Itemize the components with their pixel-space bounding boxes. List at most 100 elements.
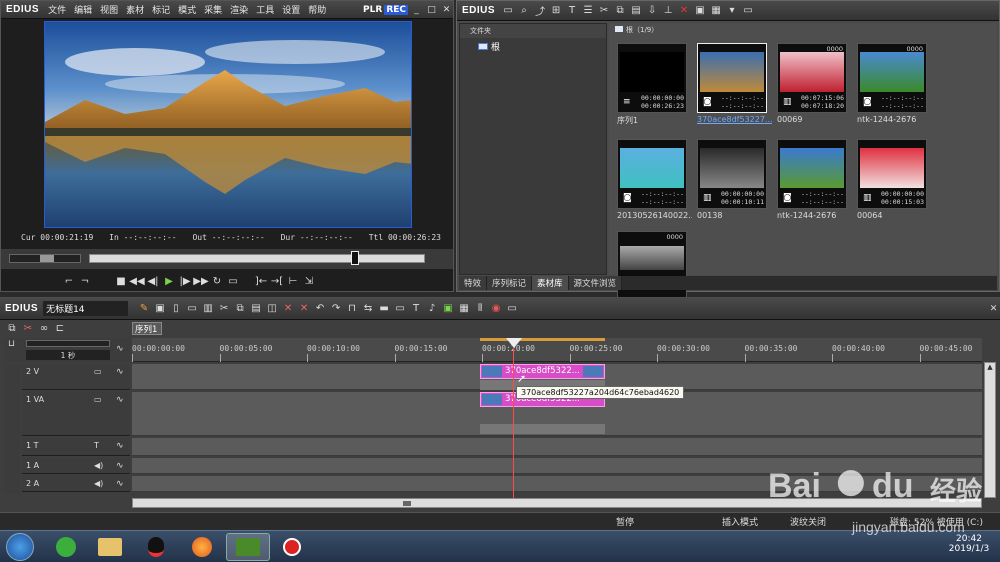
up-folder-icon[interactable]: ⤴	[532, 3, 548, 19]
capture-icon[interactable]: ▣	[152, 301, 168, 317]
zoom-slider[interactable]	[26, 340, 110, 347]
new-sequence-icon[interactable]: ☰	[580, 3, 596, 19]
paste-tl-icon[interactable]: ▤	[248, 301, 264, 317]
menu-capture[interactable]: 采集	[200, 3, 226, 16]
close-icon[interactable]: ✕	[440, 4, 453, 16]
track-wave-icon[interactable]: ∿	[116, 367, 124, 377]
rewind-icon[interactable]: ◀◀	[129, 273, 145, 289]
paste-icon[interactable]: ▤	[628, 3, 644, 19]
track-toggle-icon[interactable]: ◀)	[94, 479, 103, 488]
menu-settings[interactable]: 设置	[278, 3, 304, 16]
loop-icon[interactable]: ↻	[209, 273, 225, 289]
start-button[interactable]	[6, 533, 34, 561]
output-icon[interactable]: ▭	[225, 273, 241, 289]
menu-marker[interactable]: 标记	[148, 3, 174, 16]
ripple-icon[interactable]: ◫	[264, 301, 280, 317]
mixer-icon[interactable]: ⫴	[472, 301, 488, 317]
set-out-icon[interactable]: ¬	[77, 273, 93, 289]
menu-view[interactable]: 视图	[96, 3, 122, 16]
menu-tools[interactable]: 工具	[252, 3, 278, 16]
save-icon[interactable]: ▥	[200, 301, 216, 317]
tab-clip-library[interactable]: 素材库	[532, 276, 569, 290]
vscroll-up-icon[interactable]: ▲	[985, 363, 995, 371]
taskbar-360-icon[interactable]	[44, 533, 88, 561]
scroll-thumb[interactable]	[403, 501, 411, 506]
clip-name[interactable]: 序列1	[617, 115, 692, 126]
sync-icon[interactable]: ⇆	[360, 301, 376, 317]
menu-mode[interactable]: 模式	[174, 3, 200, 16]
clip-name[interactable]: 20130526140022...	[617, 211, 692, 220]
undo-icon[interactable]: ↶	[312, 301, 328, 317]
scale-select[interactable]: 1 秒	[26, 350, 110, 360]
track-wave-icon[interactable]: ∿	[116, 441, 124, 451]
sequence-tab[interactable]: 序列1	[132, 322, 162, 335]
render-icon[interactable]: ▣	[440, 301, 456, 317]
tab-sequence-markers[interactable]: 序列标记	[487, 276, 533, 290]
taskbar-qq-icon[interactable]	[134, 533, 178, 561]
timeline-playhead-marker[interactable]	[506, 338, 522, 348]
step-forward-icon[interactable]: |▶	[177, 273, 193, 289]
maximize-icon[interactable]: □	[425, 4, 438, 16]
menu-clip[interactable]: 素材	[122, 3, 148, 16]
clip-thumbnail[interactable]: 0000	[617, 231, 687, 301]
step-back-icon[interactable]: ◀|	[145, 273, 161, 289]
view-icon[interactable]: ▦	[708, 3, 724, 19]
ripple-delete-icon[interactable]: ✕	[296, 301, 312, 317]
microphone-icon[interactable]: ♪	[424, 301, 440, 317]
clip-thumbnail[interactable]: 00:00:00:00 00:00:10:11 ▥	[697, 139, 767, 209]
stop-icon[interactable]: ■	[113, 273, 129, 289]
delete-icon[interactable]: ✕	[676, 3, 692, 19]
time-ruler[interactable]: 00:00:00:00 00:00:05:00 00:00:10:00 00:00:1…	[132, 338, 982, 362]
add-to-timeline-icon[interactable]: ⇩	[644, 3, 660, 19]
taskbar-edius-icon[interactable]	[226, 533, 270, 561]
menu-render[interactable]: 渲染	[226, 3, 252, 16]
track-wave-icon[interactable]: ∿	[116, 395, 124, 405]
taskbar-explorer-icon[interactable]	[88, 533, 132, 561]
add-clip-icon[interactable]: ⊞	[548, 3, 564, 19]
bin-menu-icon[interactable]: ▭	[740, 3, 756, 19]
tab-effects[interactable]: 特效	[459, 276, 488, 290]
fast-forward-icon[interactable]: ▶▶	[193, 273, 209, 289]
play-icon[interactable]: ▶	[161, 273, 177, 289]
clip-thumbnail[interactable]: 0000 --:--:--:-- --:--:--:-- ◙	[857, 43, 927, 113]
set-in-icon[interactable]: ⌐	[61, 273, 77, 289]
folder-icon[interactable]: ▭	[500, 3, 516, 19]
video-clip-2v[interactable]: 370ace8df5322...	[480, 364, 605, 379]
insert-icon[interactable]: ]←	[253, 273, 269, 289]
marker-icon[interactable]: ▭	[392, 301, 408, 317]
track-tool-3-icon[interactable]: ∞	[36, 320, 52, 336]
scale-wave-icon[interactable]: ∿	[116, 344, 124, 354]
minimize-icon[interactable]: _	[410, 4, 423, 16]
title-icon[interactable]: T	[564, 3, 580, 19]
cut-tl-icon[interactable]: ✂	[216, 301, 232, 317]
properties-icon[interactable]: ▣	[692, 3, 708, 19]
menu-help[interactable]: 帮助	[304, 3, 330, 16]
search-icon[interactable]: ⌕	[516, 3, 532, 19]
track-header[interactable]: 1 T T ∿	[22, 438, 130, 456]
title-tl-icon[interactable]: T	[408, 301, 424, 317]
color-icon[interactable]: ◉	[488, 301, 504, 317]
redo-icon[interactable]: ↷	[328, 301, 344, 317]
clip-thumbnail[interactable]: --:--:--:-- --:--:--:-- ◙	[697, 43, 767, 113]
lock-icon[interactable]: ⊔	[8, 339, 15, 349]
menu-edit[interactable]: 编辑	[70, 3, 96, 16]
folder-root[interactable]: 根	[460, 38, 606, 55]
track-header[interactable]: 1 VA ▭ ∿	[22, 392, 130, 436]
menu-file[interactable]: 文件	[44, 3, 70, 16]
copy-tl-icon[interactable]: ⧉	[232, 301, 248, 317]
split-icon[interactable]: ⊓	[344, 301, 360, 317]
tab-source-browser[interactable]: 源文件浏览	[568, 276, 623, 290]
copy-icon[interactable]: ⧉	[612, 3, 628, 19]
clip-name[interactable]: ntk-1244-2676	[777, 211, 852, 220]
rec-button[interactable]: REC	[384, 4, 408, 15]
track-tool-1-icon[interactable]: ⧉	[4, 320, 20, 336]
export-icon[interactable]: ⇲	[301, 273, 317, 289]
clip-thumbnail[interactable]: 00:00:00:00 00:00:15:03 ▥	[857, 139, 927, 209]
clip-name[interactable]: 370ace8df53227...	[697, 115, 772, 124]
track-header[interactable]: 2 V ▭ ∿	[22, 364, 130, 390]
track-toggle-icon[interactable]: ▭	[94, 367, 102, 376]
delete-tl-icon[interactable]: ✕	[280, 301, 296, 317]
track-toggle-icon[interactable]: ◀)	[94, 461, 103, 470]
clip-thumbnail[interactable]: 00:00:00:00 00:00:26:23 ≡	[617, 43, 687, 113]
plr-button[interactable]: PLR	[361, 5, 384, 15]
